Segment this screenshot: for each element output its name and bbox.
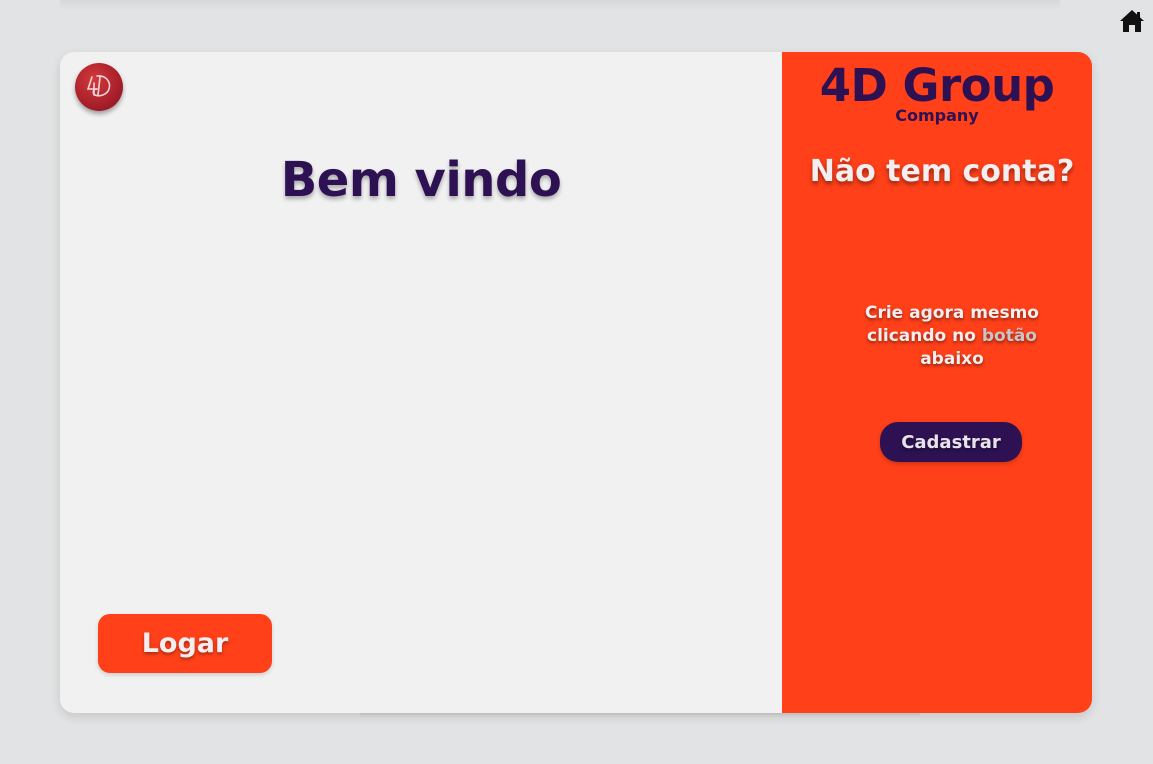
login-button[interactable]: Logar	[98, 614, 272, 673]
home-icon	[1120, 10, 1144, 32]
brand-subtitle: Company	[895, 106, 979, 125]
home-button[interactable]	[1119, 9, 1145, 33]
logo-badge[interactable]	[75, 63, 123, 111]
top-shadow	[60, 0, 1060, 10]
auth-card: Bem vindo Logar 4D Group Company Não tem…	[60, 52, 1092, 713]
signup-question: Não tem conta?	[809, 154, 1075, 189]
4d-logo-icon	[86, 75, 111, 97]
card-bottom-shadow	[360, 713, 920, 717]
login-panel: Bem vindo Logar	[60, 52, 782, 713]
signup-panel: 4D Group Company Não tem conta? Crie ago…	[782, 52, 1092, 713]
signup-button[interactable]: Cadastrar	[880, 422, 1022, 462]
signup-instructions: Crie agora mesmo clicando no botão abaix…	[842, 302, 1062, 371]
welcome-title-text: Bem vindo	[280, 152, 562, 208]
signup-text-part2: abaixo	[920, 349, 984, 369]
welcome-title: Bem vindo	[60, 152, 782, 208]
signup-text-highlight: botão	[981, 326, 1037, 346]
